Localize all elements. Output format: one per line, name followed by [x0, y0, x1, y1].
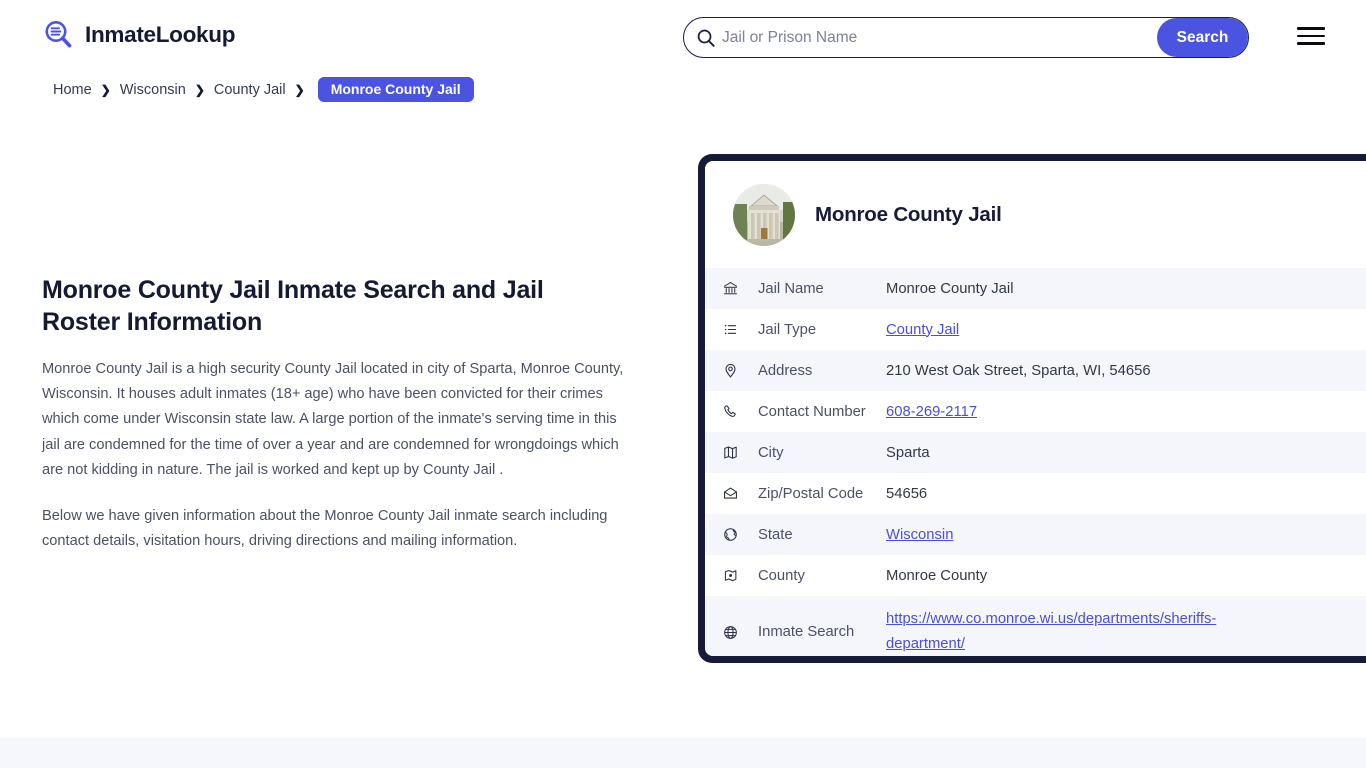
table-row: Address 210 West Oak Street, Sparta, WI,…	[705, 350, 1366, 391]
row-value: 54656	[886, 485, 928, 502]
row-value: https://www.co.monroe.wi.us/departments/…	[886, 607, 1286, 656]
row-label: Jail Type	[758, 321, 817, 338]
chevron-right-icon: ❯	[294, 82, 305, 97]
row-value: County Jail	[886, 322, 1366, 338]
row-label: Zip/Postal Code	[758, 485, 864, 502]
globe-icon	[722, 526, 758, 543]
jail-card-title: Monroe County Jail	[815, 202, 1002, 226]
table-row: City Sparta	[705, 432, 1366, 473]
search-logo-icon	[42, 18, 76, 52]
hamburger-line	[1297, 42, 1325, 45]
secondary-paragraph: Below we have given information about th…	[42, 508, 608, 550]
inmate-search-link[interactable]: https://www.co.monroe.wi.us/departments/…	[886, 611, 1216, 652]
hamburger-line	[1297, 27, 1325, 30]
row-value: 608-269-2117	[886, 404, 1366, 420]
table-row: State Wisconsin	[705, 514, 1366, 555]
bank-icon	[722, 280, 758, 297]
search-bar[interactable]: Search	[683, 17, 1249, 58]
search-icon	[684, 18, 722, 57]
contact-number-link[interactable]: 608-269-2117	[886, 404, 977, 420]
row-value: 210 West Oak Street, Sparta, WI, 54656	[886, 362, 1151, 379]
table-row: Contact Number 608-269-2117	[705, 391, 1366, 432]
jail-type-link[interactable]: County Jail	[886, 322, 959, 338]
footer-band	[0, 738, 1366, 768]
row-value: Sparta	[886, 444, 930, 461]
row-label: City	[758, 444, 784, 461]
table-row: County Monroe County	[705, 555, 1366, 596]
table-row: Zip/Postal Code 54656	[705, 473, 1366, 514]
intro-paragraph: Monroe County Jail is a high security Co…	[42, 361, 624, 478]
row-label: State	[758, 526, 793, 543]
brand-logo[interactable]: InmateLookup	[42, 18, 235, 52]
row-value: Wisconsin	[886, 527, 1366, 543]
table-row: Jail Type County Jail	[705, 309, 1366, 350]
chevron-right-icon: ❯	[100, 82, 111, 97]
site-header: InmateLookup Search	[0, 0, 1366, 74]
breadcrumb: Home ❯ Wisconsin ❯ County Jail ❯ Monroe …	[53, 77, 474, 102]
phone-icon	[722, 403, 758, 420]
brand-name: InmateLookup	[85, 22, 236, 47]
hamburger-menu-icon[interactable]	[1297, 24, 1327, 48]
breadcrumb-item-home[interactable]: Home	[53, 82, 92, 98]
search-input[interactable]	[722, 18, 1157, 57]
jail-card-header: Monroe County Jail	[705, 161, 1366, 268]
table-row: Jail Name Monroe County Jail	[705, 268, 1366, 309]
location-pin-icon	[722, 362, 758, 379]
page-title: Monroe County Jail Inmate Search and Jai…	[42, 276, 544, 336]
table-row: Inmate Search https://www.co.monroe.wi.u…	[705, 596, 1366, 656]
row-label: Inmate Search	[758, 624, 855, 640]
web-globe-icon	[722, 624, 758, 641]
jail-info-card-inner: Monroe County Jail Jail Name Monroe Coun…	[705, 161, 1366, 656]
breadcrumb-item-current: Monroe County Jail	[317, 77, 474, 102]
jail-info-card: Monroe County Jail Jail Name Monroe Coun…	[698, 154, 1366, 663]
row-value: Monroe County	[886, 567, 988, 584]
row-label: Contact Number	[758, 403, 866, 420]
chevron-right-icon: ❯	[194, 82, 205, 97]
article-column: Monroe County Jail Inmate Search and Jai…	[42, 274, 628, 555]
map-icon	[722, 444, 758, 461]
row-label: Address	[758, 362, 813, 379]
courthouse-photo	[733, 183, 795, 246]
row-label: County	[758, 567, 805, 584]
state-link[interactable]: Wisconsin	[886, 527, 953, 543]
breadcrumb-item-county-jail[interactable]: County Jail	[214, 82, 286, 98]
envelope-icon	[722, 485, 758, 502]
county-map-icon	[722, 567, 758, 584]
search-button[interactable]: Search	[1157, 18, 1248, 57]
row-label: Jail Name	[758, 280, 824, 297]
hamburger-line	[1297, 34, 1325, 38]
list-icon	[722, 321, 758, 338]
row-value: Monroe County Jail	[886, 280, 1014, 297]
breadcrumb-item-wisconsin[interactable]: Wisconsin	[120, 82, 186, 98]
